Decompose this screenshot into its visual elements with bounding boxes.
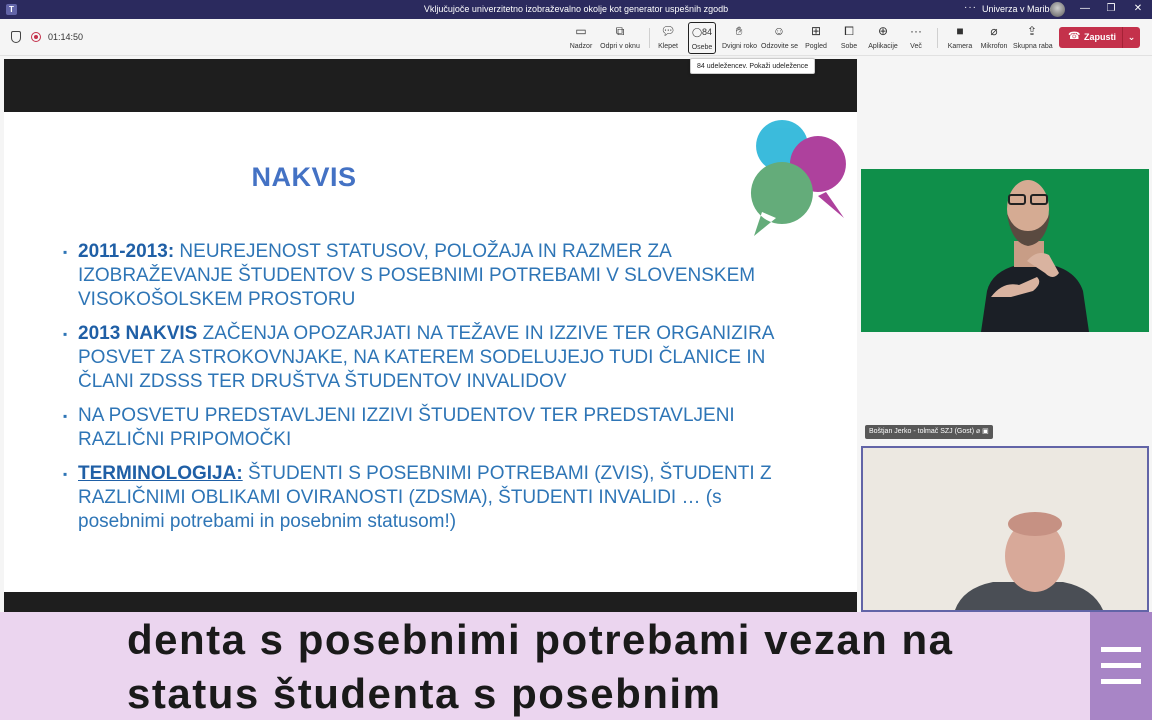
- raise-hand-icon: ✋︎: [735, 24, 743, 38]
- toolbar-label: Pogled: [805, 43, 827, 50]
- window-title: Vključujoče univerzitetno izobraževalno …: [423, 4, 729, 14]
- toolbar-label: Mikrofon: [980, 43, 1008, 50]
- toolbar-label: Dvigni roko: [722, 43, 758, 50]
- caption-line: status študenta s posebnim: [127, 670, 722, 717]
- more-icon: ···: [910, 24, 922, 38]
- captions-menu-button[interactable]: [1090, 612, 1152, 720]
- toolbar-label: Več: [910, 43, 922, 50]
- toolbar-button-raise-hand[interactable]: ✋︎ Dvigni roko: [722, 22, 758, 54]
- mic-off-icon: ⌀: [990, 24, 998, 38]
- interpreter-video[interactable]: [861, 169, 1149, 332]
- toolbar-label: Sobe: [840, 43, 858, 50]
- live-captions: denta s posebnimi potrebami vezan na sta…: [0, 612, 1090, 720]
- user-avatar[interactable]: [1050, 2, 1065, 17]
- bullet-text: NEUREJENOST STATUSOV, POLOŽAJA IN RAZMER…: [78, 241, 756, 310]
- speech-bubbles-logo: [750, 120, 846, 236]
- maximize-button[interactable]: ❐: [1104, 3, 1118, 14]
- toolbar-button-nadzor[interactable]: ▭ Nadzor: [569, 22, 593, 54]
- recording-icon: [31, 32, 41, 42]
- slide-bullet: 2013 NAKVIS ZAČENJA OPOZARJATI NA TEŽAVE…: [63, 322, 803, 394]
- toolbar-button-react[interactable]: ☺︎ Odzovite se: [761, 22, 798, 54]
- toolbar-button-popout[interactable]: ⧉ Odpri v oknu: [599, 22, 641, 54]
- toolbar-button-chat[interactable]: 💬︎ Klepet: [657, 22, 679, 54]
- divider: [649, 28, 650, 48]
- close-button[interactable]: ✕: [1131, 3, 1145, 14]
- toolbar-label: Odpri v oknu: [600, 43, 640, 50]
- phone-hangup-icon: ☎︎: [1068, 31, 1081, 42]
- hamburger-icon: [1101, 647, 1141, 652]
- toolbar-button-view[interactable]: ⊞ Pogled: [804, 22, 828, 54]
- camera-off-icon: ■: [956, 24, 964, 38]
- participant-name-tag: Boštjan Jerko - tolmač SZJ (Gost) ⌀ ▣: [865, 425, 993, 439]
- view-icon: ⊞: [810, 24, 822, 38]
- toolbar-button-camera[interactable]: ■ Kamera: [947, 22, 973, 54]
- meeting-timer: 01:14:50: [48, 32, 84, 42]
- leave-button[interactable]: ☎︎ Zapusti ⌄: [1059, 27, 1140, 48]
- toolbar-button-rooms[interactable]: ⧠ Sobe: [839, 22, 859, 54]
- apps-icon: ⊕: [877, 24, 889, 38]
- minimize-button[interactable]: —: [1078, 3, 1092, 14]
- toolbar-button-microphone[interactable]: ⌀ Mikrofon: [979, 22, 1009, 54]
- people-icon: ◯84: [691, 27, 713, 37]
- presentation-slide: NAKVIS 2011-2013: NEUREJENOST STATUSOV, …: [4, 112, 857, 592]
- bullet-lead: 2013 NAKVIS: [78, 323, 198, 344]
- chevron-down-icon[interactable]: ⌄: [1122, 27, 1140, 48]
- hamburger-icon: [1101, 679, 1141, 684]
- toolbar-button-people[interactable]: ◯84 Osebe: [688, 22, 716, 54]
- smile-icon: ☺︎: [772, 24, 786, 38]
- interpreter-figure: [981, 180, 1089, 332]
- title-bar: T Vključujoče univerzitetno izobraževaln…: [0, 0, 1152, 19]
- toolbar-button-more[interactable]: ··· Več: [907, 22, 925, 54]
- shield-icon[interactable]: [11, 31, 21, 43]
- toolbar-button-apps[interactable]: ⊕ Aplikacije: [868, 22, 898, 54]
- toolbar-label: Nadzor: [569, 43, 593, 50]
- bullet-text: NA POSVETU PREDSTAVLJENI IZZIVI ŠTUDENTO…: [78, 405, 735, 450]
- rooms-icon: ⧠: [844, 24, 854, 38]
- slide-bullet: NA POSVETU PREDSTAVLJENI IZZIVI ŠTUDENTO…: [63, 404, 803, 452]
- speaker-video[interactable]: [861, 446, 1149, 612]
- leave-label: Zapusti: [1084, 32, 1117, 42]
- pin-icon[interactable]: ▣: [982, 428, 989, 435]
- bullet-lead: 2011-2013:: [78, 241, 175, 262]
- toolbar-label: Osebe: [691, 44, 713, 51]
- bullet-lead: TERMINOLOGIJA:: [78, 463, 243, 484]
- people-count: 84: [702, 27, 713, 37]
- popout-icon: ⧉: [615, 24, 625, 38]
- chat-icon: 💬︎: [660, 24, 676, 38]
- participant-name: Boštjan Jerko - tolmač SZJ (Gost): [869, 428, 975, 435]
- monitor-icon: ▭: [575, 24, 587, 38]
- divider: [937, 28, 938, 48]
- more-options-icon[interactable]: ···: [964, 2, 977, 13]
- slide-bullet: TERMINOLOGIJA: ŠTUDENTI S POSEBNIMI POTR…: [63, 462, 803, 534]
- toolbar-label: Aplikacije: [868, 43, 898, 50]
- toolbar-label: Kamera: [947, 43, 973, 50]
- hamburger-icon: [1101, 663, 1141, 668]
- caption-line: denta s posebnimi potrebami vezan na: [127, 616, 954, 663]
- toolbar-button-share[interactable]: ⇪ Skupna raba: [1013, 22, 1053, 54]
- slide-bullets: 2011-2013: NEUREJENOST STATUSOV, POLOŽAJ…: [63, 240, 803, 544]
- slide-title: NAKVIS: [251, 162, 357, 192]
- toolbar-label: Klepet: [658, 43, 678, 50]
- toolbar-label: Skupna raba: [1013, 43, 1053, 50]
- people-tooltip: 84 udeležencev. Pokaži udeležence: [690, 58, 816, 74]
- meeting-toolbar: 01:14:50 ▭ Nadzor ⧉ Odpri v oknu 💬︎ Klep…: [0, 19, 1152, 56]
- speaker-figure: [863, 448, 1147, 610]
- share-icon: ⇪: [1026, 24, 1038, 38]
- toolbar-label: Odzovite se: [761, 43, 798, 50]
- slide-bullet: 2011-2013: NEUREJENOST STATUSOV, POLOŽAJ…: [63, 240, 803, 312]
